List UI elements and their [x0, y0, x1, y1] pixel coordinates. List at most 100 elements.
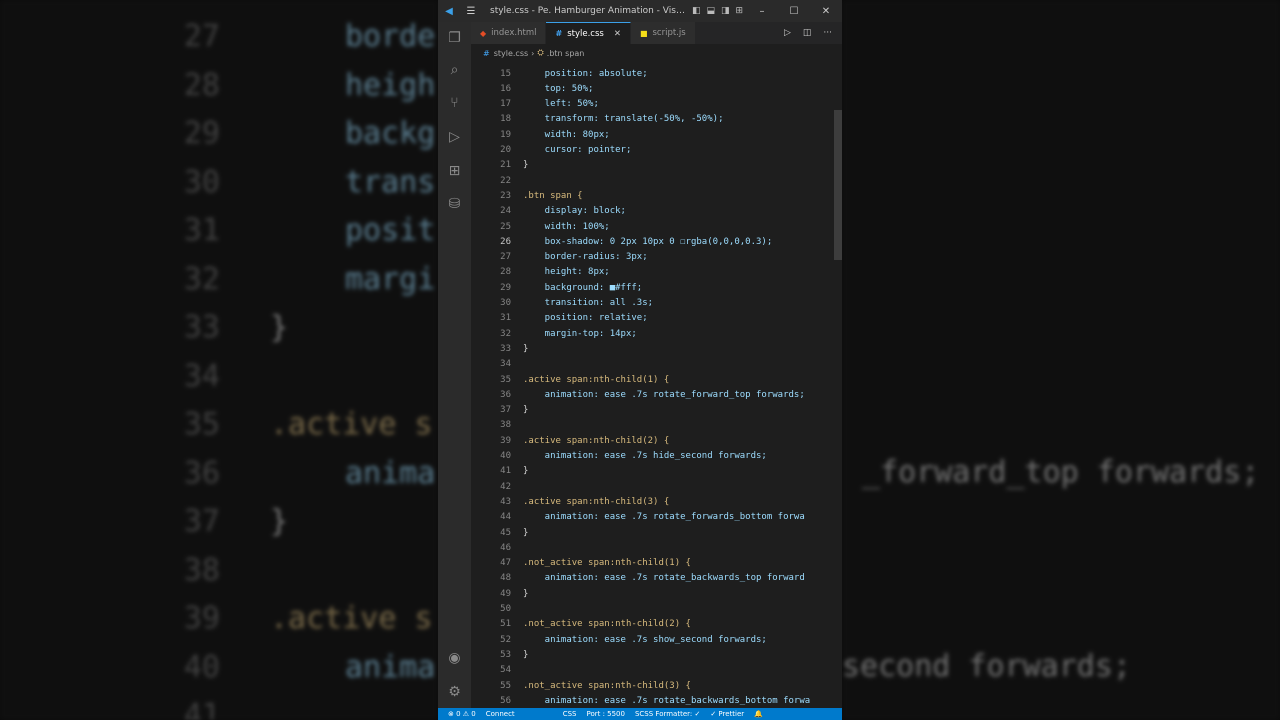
code-line[interactable]: 43 .active span:nth-child(3) {	[471, 494, 842, 509]
code-line[interactable]: 22	[471, 173, 842, 188]
code-text: .not_active span:nth-child(3) {	[523, 680, 691, 691]
code-line[interactable]: 24 display: block;	[471, 204, 842, 219]
line-number: 38	[500, 420, 511, 431]
code-line[interactable]: 50	[471, 602, 842, 617]
code-line[interactable]: 44 animation: ease .7s rotate_forwards_b…	[471, 510, 842, 525]
code-line[interactable]: 29 background: ■#fff;	[471, 280, 842, 295]
search-icon[interactable]: ⌕	[438, 56, 471, 84]
code-line[interactable]: 56 animation: ease .7s rotate_backwards_…	[471, 693, 842, 708]
toggle-panel-icon[interactable]: ⬓	[707, 6, 716, 16]
code-line[interactable]: 38	[471, 418, 842, 433]
live-server-port-status[interactable]: Port : 5500	[586, 710, 625, 718]
code-line[interactable]: 41}	[471, 464, 842, 479]
background-code-text: .active s	[270, 407, 433, 442]
scss-formatter-status[interactable]: SCSS Formatter: ✓	[635, 710, 700, 718]
code-line[interactable]: 25 width: 100%;	[471, 219, 842, 234]
code-line[interactable]: 34	[471, 357, 842, 372]
code-line[interactable]: 52 animation: ease .7s show_second forwa…	[471, 632, 842, 647]
code-text: .active span:nth-child(2) {	[523, 435, 670, 446]
remote-connect-status[interactable]: Connect	[486, 710, 515, 718]
code-line[interactable]: 26 box-shadow: 0 2px 10px 0 ☐rgba(0,0,0,…	[471, 234, 842, 249]
background-code-text: anima	[345, 455, 436, 491]
code-text: .not_active span:nth-child(2) {	[523, 619, 691, 630]
minimize-button[interactable]: –	[746, 6, 778, 17]
explorer-icon[interactable]: ❐	[438, 24, 471, 52]
code-line[interactable]: 46	[471, 540, 842, 555]
code-text: cursor: pointer;	[523, 145, 632, 155]
background-code-line: 28 heigh	[0, 61, 438, 110]
more-actions-icon[interactable]: ···	[823, 28, 832, 38]
code-line[interactable]: 20 cursor: pointer;	[471, 143, 842, 158]
background-code-text: backg	[345, 116, 436, 151]
breadcrumb-symbol[interactable]: .btn span	[547, 49, 585, 58]
chevron-right-icon: ›	[531, 48, 535, 58]
tab-script-js[interactable]: ■ script.js	[630, 22, 696, 44]
database-icon[interactable]: ⛁	[438, 190, 471, 218]
code-line[interactable]: 35 .active span:nth-child(1) {	[471, 372, 842, 387]
code-line[interactable]: 28 height: 8px;	[471, 265, 842, 280]
split-editor-icon[interactable]: ◫	[803, 28, 812, 38]
close-window-button[interactable]: ✕	[810, 6, 842, 17]
code-line[interactable]: 48 animation: ease .7s rotate_backwards_…	[471, 571, 842, 586]
code-line[interactable]: 27 border-radius: 3px;	[471, 250, 842, 265]
code-text: }	[523, 527, 529, 538]
code-line[interactable]: 18 transform: translate(-50%, -50%);	[471, 112, 842, 127]
maximize-button[interactable]: ☐	[778, 6, 810, 17]
code-text: box-shadow: 0 2px 10px 0 ☐rgba(0,0,0,0.3…	[523, 236, 773, 247]
code-line[interactable]: 49}	[471, 586, 842, 601]
code-text: height: 8px;	[523, 267, 610, 278]
code-line[interactable]: 55 .not_active span:nth-child(3) {	[471, 678, 842, 693]
background-line-number: 36	[183, 455, 220, 491]
source-control-icon[interactable]: ⑂	[438, 89, 471, 117]
code-line[interactable]: 30 transition: all .3s;	[471, 296, 842, 311]
background-right-line-2: second forwards;	[842, 649, 1131, 684]
code-line[interactable]: 33}	[471, 341, 842, 356]
tab-index-html[interactable]: ◆ index.html	[471, 22, 547, 44]
code-text: }	[523, 160, 529, 171]
problems-status[interactable]: ⊗ 0 ⚠ 0	[448, 710, 476, 718]
code-line[interactable]: 42	[471, 479, 842, 494]
vscode-window: ◀ ☰ style.css - Pe. Hamburger Animation …	[438, 0, 842, 720]
prettier-status[interactable]: ✓ Prettier	[710, 710, 744, 718]
line-number: 32	[500, 328, 511, 339]
code-line[interactable]: 47 .not_active span:nth-child(1) {	[471, 556, 842, 571]
code-line[interactable]: 17 left: 50%;	[471, 97, 842, 112]
run-debug-icon[interactable]: ▷	[438, 123, 471, 151]
customize-layout-icon[interactable]: ⊞	[736, 6, 744, 16]
code-line[interactable]: 23 .btn span {	[471, 188, 842, 203]
line-number: 53	[500, 649, 511, 660]
code-line[interactable]: 21}	[471, 158, 842, 173]
close-tab-icon[interactable]: ✕	[614, 29, 621, 39]
language-mode-status[interactable]: CSS	[563, 710, 577, 718]
code-line[interactable]: 31 position: relative;	[471, 311, 842, 326]
code-line[interactable]: 45}	[471, 525, 842, 540]
background-code-line: 33}	[0, 303, 438, 352]
code-line[interactable]: 32 margin-top: 14px;	[471, 326, 842, 341]
code-line[interactable]: 40 animation: ease .7s hide_second forwa…	[471, 449, 842, 464]
code-line[interactable]: 15 position: absolute;	[471, 66, 842, 81]
code-line[interactable]: 37}	[471, 403, 842, 418]
tab-label: style.css	[567, 28, 604, 39]
code-line[interactable]: 39 .active span:nth-child(2) {	[471, 433, 842, 448]
settings-gear-icon[interactable]: ⚙	[438, 678, 471, 706]
breadcrumb-file[interactable]: style.css	[494, 49, 528, 58]
code-line[interactable]: 19 width: 80px;	[471, 127, 842, 142]
code-editor[interactable]: 15 position: absolute; 16 top: 50%; 17 lef…	[471, 62, 842, 708]
code-line[interactable]: 16 top: 50%;	[471, 81, 842, 96]
code-line[interactable]: 36 animation: ease .7s rotate_forward_to…	[471, 387, 842, 402]
code-line[interactable]: 53}	[471, 647, 842, 662]
account-icon[interactable]: ◉	[438, 644, 471, 672]
code-line[interactable]: 54	[471, 663, 842, 678]
toggle-secondary-sidebar-icon[interactable]: ◨	[721, 6, 730, 16]
toggle-sidebar-icon[interactable]: ◧	[692, 6, 701, 16]
code-text: display: block;	[523, 206, 626, 217]
code-text: .not_active span:nth-child(1) {	[523, 558, 691, 569]
code-text: border-radius: 3px;	[523, 252, 648, 263]
run-file-icon[interactable]: ▷	[784, 28, 791, 38]
line-number: 37	[500, 405, 511, 416]
extensions-icon[interactable]: ⊞	[438, 157, 471, 185]
menu-icon[interactable]: ☰	[460, 0, 482, 22]
tab-style-css[interactable]: # style.css ✕	[546, 22, 631, 44]
notifications-bell-icon[interactable]: 🔔	[754, 710, 763, 718]
code-line[interactable]: 51 .not_active span:nth-child(2) {	[471, 617, 842, 632]
